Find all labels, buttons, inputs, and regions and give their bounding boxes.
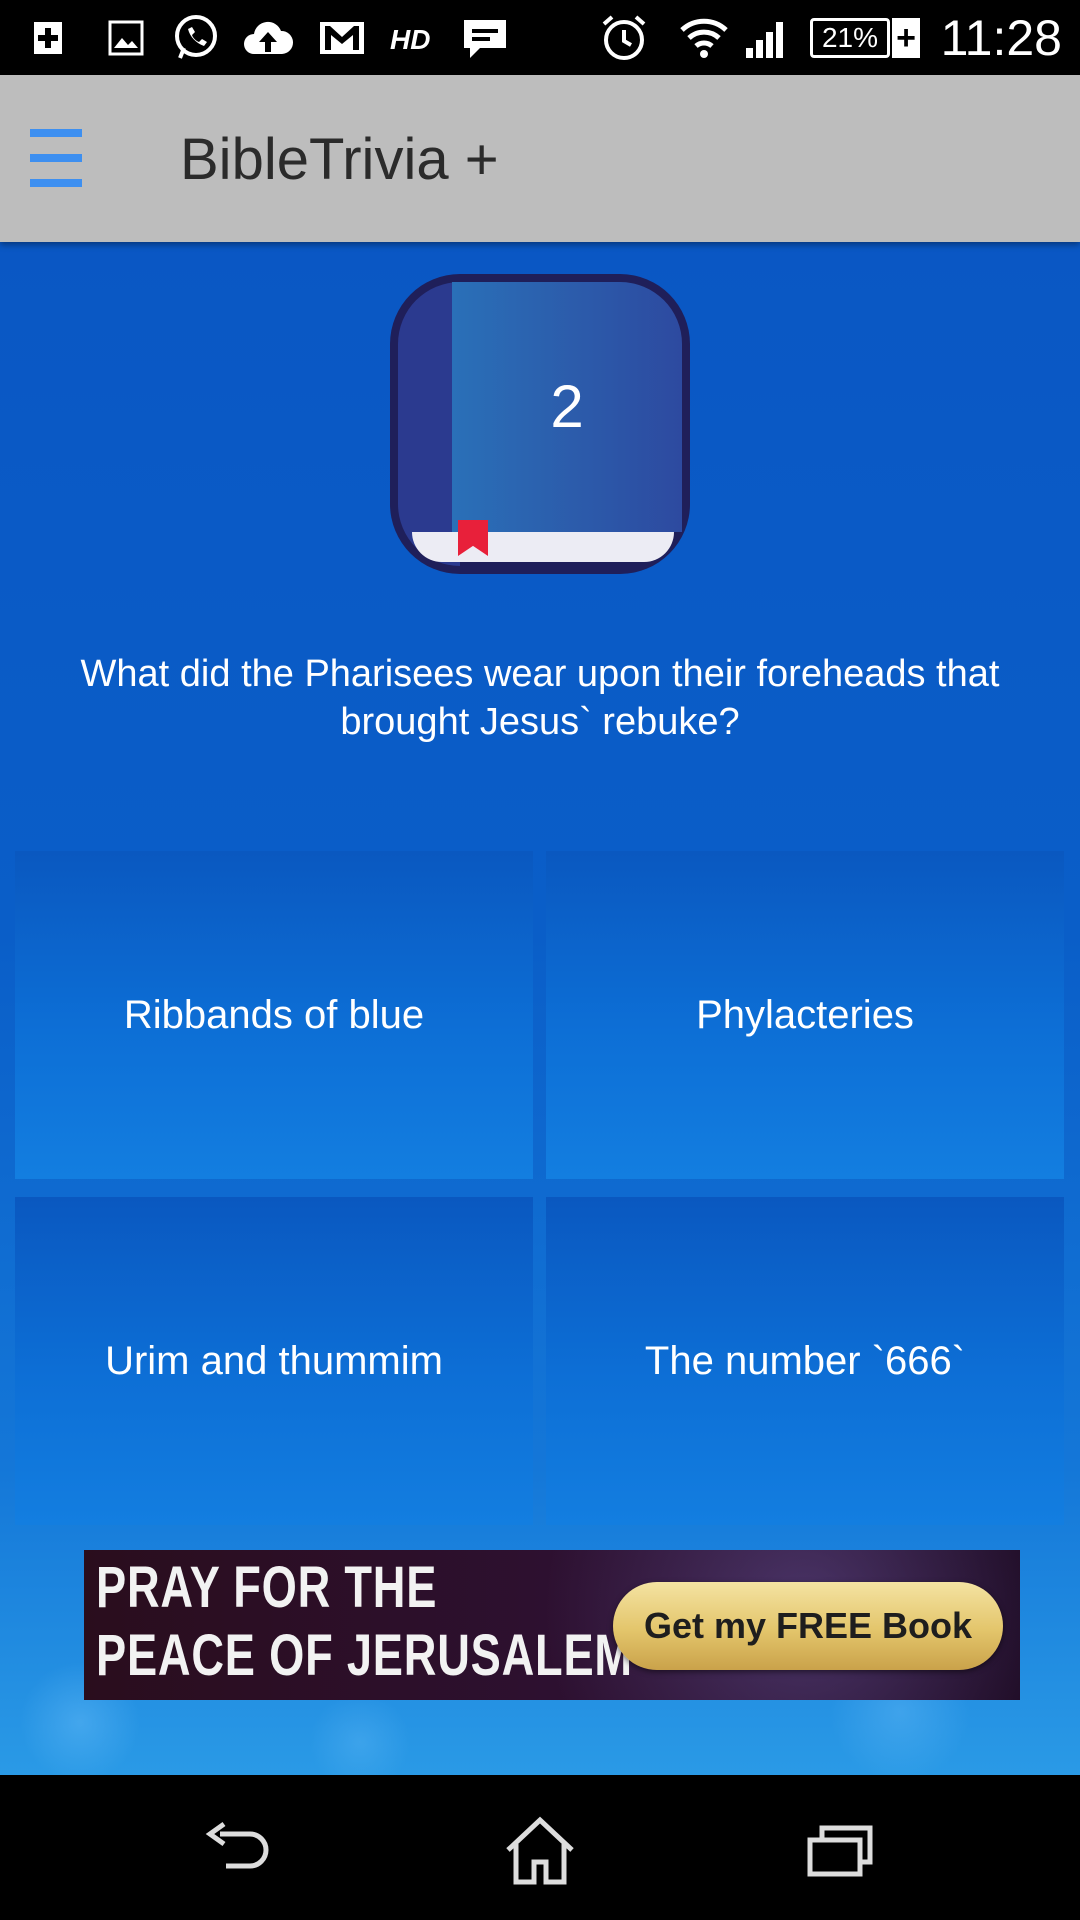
home-icon[interactable]: [480, 1805, 600, 1895]
battery-icon: 21%: [810, 18, 890, 58]
hd-icon: HD: [388, 14, 438, 62]
wifi-icon: [678, 14, 730, 62]
status-time: 11:28: [940, 10, 1062, 66]
gmail-icon: [318, 14, 366, 62]
whatsapp-icon: [170, 14, 222, 62]
ad-headline-line1: PRAY FOR THE: [96, 1555, 438, 1620]
medical-plus-icon: [28, 14, 68, 62]
ad-cta-button[interactable]: Get my FREE Book: [613, 1582, 1003, 1670]
cloud-upload-icon: [240, 14, 296, 62]
answer-label: Urim and thummim: [105, 1338, 443, 1383]
ad-banner[interactable]: PRAY FOR THE PEACE OF JERUSALEM Get my F…: [84, 1550, 1020, 1700]
answer-label: Phylacteries: [696, 992, 914, 1037]
answer-label: Ribbands of blue: [123, 992, 425, 1037]
answer-label: The number `666`: [644, 1338, 966, 1383]
answer-button-4[interactable]: The number `666`: [546, 1197, 1064, 1525]
answer-button-1[interactable]: Ribbands of blue: [15, 851, 533, 1179]
battery-charging-icon: +: [892, 18, 920, 58]
signal-icon: [744, 14, 792, 62]
svg-text:HD: HD: [390, 24, 430, 55]
answer-button-3[interactable]: Urim and thummim: [15, 1197, 533, 1525]
question-text: What did the Pharisees wear upon their f…: [80, 653, 1000, 743]
recent-apps-icon[interactable]: [780, 1805, 900, 1895]
quiz-area: 2 What did the Pharisees wear upon their…: [0, 242, 1080, 1775]
question-number: 2: [550, 373, 584, 440]
screen: HD 21% + 11:28 BibleTrivia + 2 What did …: [0, 0, 1080, 1920]
book-pages: [412, 532, 674, 562]
navigation-bar: [0, 1775, 1080, 1920]
answer-button-2[interactable]: Phylacteries: [546, 851, 1064, 1179]
app-title: BibleTrivia +: [180, 127, 499, 192]
book-spine: [398, 282, 460, 566]
book-icon: 2: [390, 274, 690, 574]
gallery-icon: [106, 14, 146, 62]
app-bar: BibleTrivia +: [0, 75, 1080, 242]
hamburger-menu-icon[interactable]: [28, 125, 84, 191]
chat-icon: [458, 14, 512, 62]
alarm-icon: [598, 14, 650, 62]
ad-headline-line2: PEACE OF JERUSALEM: [96, 1623, 633, 1688]
back-icon[interactable]: [180, 1805, 300, 1895]
status-bar: HD 21% + 11:28: [0, 0, 1080, 75]
